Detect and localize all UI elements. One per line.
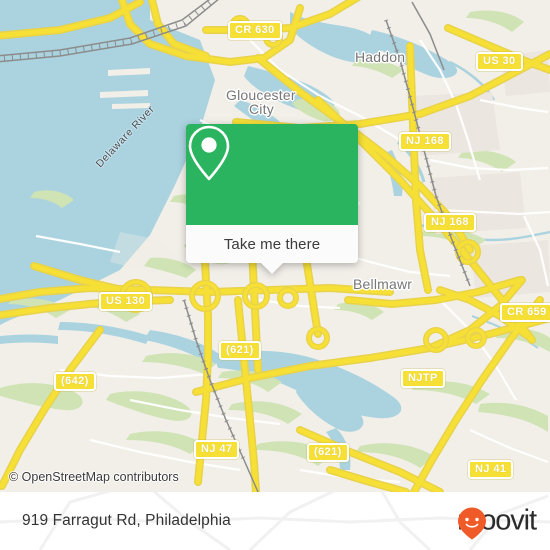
shield-nj-168-north[interactable]: NJ 168	[399, 132, 451, 151]
shield-cr-659[interactable]: CR 659	[500, 303, 550, 322]
moovit-pin-icon	[458, 507, 487, 540]
popup-image-area	[186, 124, 358, 225]
popup-tail	[261, 263, 283, 274]
shield-us-30[interactable]: US 30	[476, 52, 523, 71]
map-pin-icon	[188, 125, 230, 181]
shield-us-130[interactable]: US 130	[99, 292, 153, 311]
shield-621-lower[interactable]: (621)	[307, 443, 349, 462]
map-canvas[interactable]: Delaware River Haddon Gloucester City Be…	[0, 0, 550, 492]
footer-bar: 919 Farragut Rd, Philadelphia moovit	[0, 492, 550, 550]
shield-nj-168-south[interactable]: NJ 168	[424, 213, 476, 232]
shield-642[interactable]: (642)	[54, 372, 96, 391]
shield-nj-41[interactable]: NJ 41	[468, 460, 514, 479]
shield-cr-630[interactable]: CR 630	[228, 21, 282, 40]
address-label: 919 Farragut Rd, Philadelphia	[22, 512, 231, 529]
location-popup-card[interactable]: Take me there	[186, 124, 358, 274]
shield-nj-47[interactable]: NJ 47	[194, 440, 240, 459]
shield-621-upper[interactable]: (621)	[219, 341, 261, 360]
moovit-logo[interactable]: moovit	[457, 506, 537, 540]
popup-action-bar[interactable]: Take me there	[186, 225, 358, 274]
shield-njtp[interactable]: NJTP	[401, 369, 445, 388]
map-screenshot: Delaware River Haddon Gloucester City Be…	[0, 0, 550, 550]
osm-attribution[interactable]: © OpenStreetMap contributors	[9, 470, 179, 484]
take-me-there-label: Take me there	[223, 235, 321, 253]
